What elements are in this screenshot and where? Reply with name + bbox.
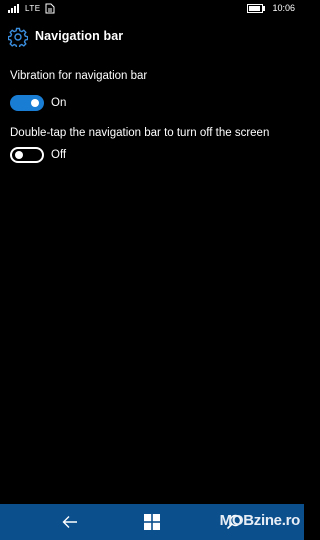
start-button[interactable] <box>122 504 182 540</box>
vibration-toggle[interactable] <box>10 95 44 111</box>
page-header: Navigation bar <box>0 22 304 52</box>
back-button[interactable] <box>40 504 100 540</box>
sim-icon <box>45 3 55 14</box>
navigation-bar: MOBzine.ro <box>0 504 304 540</box>
toggle-knob <box>15 151 23 159</box>
back-icon <box>62 516 77 528</box>
windows-icon <box>144 514 160 530</box>
watermark: MOBzine.ro <box>219 512 301 529</box>
gear-icon <box>8 27 28 47</box>
vibration-setting-label: Vibration for navigation bar <box>10 70 148 82</box>
clock: 10:06 <box>272 3 295 13</box>
vibration-toggle-state: On <box>51 97 67 109</box>
double-tap-toggle[interactable] <box>10 147 44 163</box>
battery-tip <box>263 6 265 11</box>
toggle-knob <box>31 99 39 107</box>
battery-icon <box>247 4 263 13</box>
signal-icon <box>8 4 20 13</box>
double-tap-setting-label: Double-tap the navigation bar to turn of… <box>10 127 270 139</box>
network-type: LTE <box>25 4 41 13</box>
page-title: Navigation bar <box>35 29 124 43</box>
double-tap-toggle-state: Off <box>51 149 67 161</box>
status-bar: LTE 10:06 <box>0 0 304 18</box>
